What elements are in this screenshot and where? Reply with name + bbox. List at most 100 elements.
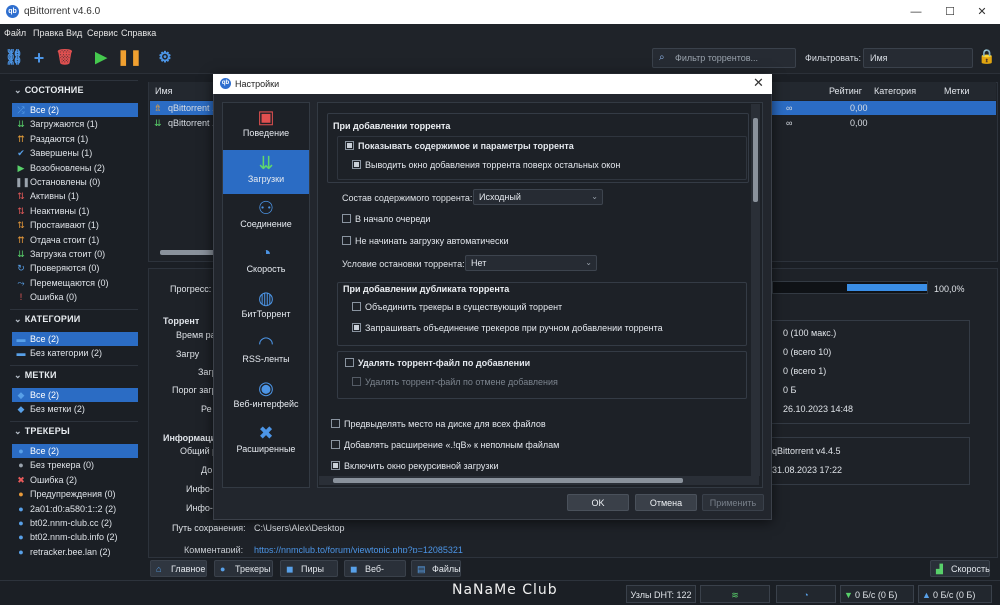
category-downloads[interactable]: ⇊Загрузки <box>223 150 309 194</box>
layout-select[interactable]: Исходный⌄ <box>473 189 603 205</box>
on-top-checkbox[interactable]: Выводить окно добавления торрента поверх… <box>352 159 620 171</box>
sidebar-item-trackers[interactable]: ●bt02.nnm-club.cc (2) <box>12 516 138 530</box>
detail-value: 0 (всего 1) <box>783 366 826 376</box>
sidebar-item-categories[interactable]: ▬Без категории (2) <box>12 346 138 360</box>
alt-speed-icon[interactable]: ◔ <box>776 585 836 603</box>
dialog-close-icon[interactable]: ✕ <box>753 75 764 91</box>
pause-icon[interactable]: ❚❚ <box>117 48 137 68</box>
vscroll-thumb[interactable] <box>753 118 758 202</box>
save-path-label: Путь сохранения: <box>172 523 246 533</box>
sidebar-item-trackers[interactable]: ●Предупреждения (0) <box>12 487 138 501</box>
cancel-button[interactable]: Отмена <box>635 494 697 511</box>
sidebar-item-status[interactable]: ⤳Перемещаются (0) <box>12 276 138 290</box>
connection-status-icon[interactable]: ≋ <box>700 585 770 603</box>
sidebar-item-status[interactable]: !Ошибка (0) <box>12 290 138 304</box>
delete-torrent-checkbox[interactable]: Удалять торрент-файл по добавлении <box>345 357 530 369</box>
preallocate-checkbox[interactable]: Предвыделять место на диске для всех фай… <box>331 418 546 430</box>
col-header-category[interactable]: Категория <box>868 82 938 100</box>
sidebar-item-status[interactable]: ⇊Загрузка стоит (0) <box>12 247 138 261</box>
speed-button[interactable]: ▟Скорость <box>930 560 990 577</box>
sidebar-item-status[interactable]: ✔Завершены (1) <box>12 146 138 160</box>
sidebar-item-status[interactable]: ⇈Отдача стоит (1) <box>12 233 138 247</box>
download-icon: ⇊ <box>15 117 27 131</box>
category-connection[interactable]: ⚇Соединение <box>223 195 309 239</box>
sidebar-item-tags[interactable]: ◆Все (2) <box>12 388 138 402</box>
link-icon[interactable]: ⛓ <box>4 48 24 68</box>
sidebar-item-status[interactable]: ⇅Простаивают (1) <box>12 218 138 232</box>
tab-peers[interactable]: ◼Пиры <box>280 560 338 577</box>
sidebar-section-trackers[interactable]: ⌄ ТРЕКЕРЫ <box>14 426 70 437</box>
col-header-name[interactable]: Имя <box>149 82 214 100</box>
sidebar-item-status[interactable]: ▶Возобновлены (2) <box>12 161 138 175</box>
show-content-checkbox[interactable]: Показывать содержимое и параметры торрен… <box>345 140 574 152</box>
category-speed[interactable]: ◔Скорость <box>223 240 309 284</box>
delete-on-cancel-checkbox[interactable]: Удалять торрент-файл по отмене добавлени… <box>352 376 558 388</box>
sidebar-item-trackers[interactable]: ✖Ошибка (2) <box>12 473 138 487</box>
stop-condition-select[interactable]: Нет⌄ <box>465 255 597 271</box>
torrent-section-title: Торрент <box>163 316 199 326</box>
recursive-checkbox[interactable]: Включить окно рекурсивной загрузки <box>331 460 498 472</box>
resume-icon[interactable]: ▶ <box>91 48 111 68</box>
sidebar-item-status[interactable]: ⇊Загружаются (1) <box>12 117 138 131</box>
category-rss[interactable]: ◠RSS-ленты <box>223 330 309 374</box>
tab-general[interactable]: ⌂Главное <box>150 560 207 577</box>
tracker-icon: ● <box>15 444 27 458</box>
tab-files[interactable]: ▤Файлы <box>411 560 461 577</box>
menu-help[interactable]: Справка <box>121 28 156 38</box>
to-top-queue-checkbox[interactable]: В начало очереди <box>342 213 430 225</box>
sidebar-item-status[interactable]: ⇅Неактивны (1) <box>12 204 138 218</box>
minimize-icon[interactable]: — <box>904 4 928 20</box>
sidebar-item-trackers[interactable]: ●retracker.bee.lan (2) <box>12 545 138 559</box>
remove-icon[interactable]: 🗑 <box>55 48 75 68</box>
tab-webseeds[interactable]: ◼Веб-сиды <box>344 560 406 577</box>
table-hscrollbar[interactable] <box>160 250 220 255</box>
tab-trackers[interactable]: ●Трекеры <box>214 560 273 577</box>
sidebar-section-categories[interactable]: ⌄ КАТЕГОРИИ <box>14 314 80 325</box>
category-bittorrent[interactable]: ◍БитТоррент <box>223 285 309 329</box>
sidebar-item-trackers[interactable]: ●Без трекера (0) <box>12 458 138 472</box>
menu-file[interactable]: Файл <box>4 28 26 38</box>
menu-tools[interactable]: Сервис <box>87 28 118 38</box>
merge-trackers-checkbox[interactable]: Объединить трекеры в существующий торрен… <box>352 301 562 313</box>
col-header-rating[interactable]: Рейтинг <box>772 82 870 100</box>
maximize-icon[interactable]: ☐ <box>938 4 962 20</box>
no-autostart-checkbox[interactable]: Не начинать загрузку автоматически <box>342 235 509 247</box>
sidebar-item-categories[interactable]: ▬Все (2) <box>12 332 138 346</box>
filter-by-select[interactable]: Имя <box>863 48 973 68</box>
sidebar-item-status[interactable]: ↻Проверяются (0) <box>12 261 138 275</box>
append-ext-checkbox[interactable]: Добавлять расширение «.!qB» к неполным ф… <box>331 439 559 451</box>
sidebar-item-trackers[interactable]: ●2a01:d0:a580:1::2 (2) <box>12 502 138 516</box>
ask-merge-checkbox[interactable]: Запрашивать объединение трекеров при руч… <box>352 322 663 334</box>
sidebar-item-status[interactable]: ⇈Раздаются (1) <box>12 132 138 146</box>
hscroll-thumb[interactable] <box>333 478 683 483</box>
apply-button[interactable]: Применить <box>702 494 764 511</box>
comment-link[interactable]: https://nnmclub.to/forum/viewtopic.php?p… <box>254 545 463 553</box>
sidebar-section-status[interactable]: ⌄ СОСТОЯНИЕ <box>14 85 84 96</box>
sidebar-section-tags[interactable]: ⌄ МЕТКИ <box>14 370 57 381</box>
sidebar-item-status[interactable]: ⤮Все (2) <box>12 103 138 117</box>
webui-icon: ◉ <box>254 377 278 399</box>
category-webui[interactable]: ◉Веб-интерфейс <box>223 375 309 419</box>
category-behavior[interactable]: ▣Поведение <box>223 104 309 148</box>
menu-view[interactable]: Вид <box>66 28 82 38</box>
category-advanced[interactable]: ✖Расширенные <box>223 420 309 464</box>
ok-button[interactable]: OK <box>567 494 629 511</box>
close-icon[interactable]: ✕ <box>970 4 994 20</box>
app-logo-icon: qb <box>220 78 231 89</box>
settings-vscrollbar[interactable] <box>751 104 760 476</box>
sidebar-item-status[interactable]: ⇅Активны (1) <box>12 189 138 203</box>
torrent-filter-input[interactable]: ⌕ Фильтр торрентов... <box>652 48 796 68</box>
menu-edit[interactable]: Правка <box>33 28 63 38</box>
sidebar-item-trackers[interactable]: ●bt02.nnm-club.info (2) <box>12 530 138 544</box>
sidebar-item-label: Все (2) <box>30 105 59 115</box>
lock-icon[interactable]: 🔒 <box>978 48 994 68</box>
settings-hscrollbar[interactable] <box>319 476 759 485</box>
sidebar-item-tags[interactable]: ◆Без метки (2) <box>12 402 138 416</box>
stalled-icon: ⇅ <box>15 218 27 232</box>
sidebar-item-status[interactable]: ❚❚Остановлены (0) <box>12 175 138 189</box>
add-icon[interactable]: + <box>29 48 49 68</box>
settings-icon[interactable]: ⚙ <box>155 48 175 68</box>
col-header-tags[interactable]: Метки <box>938 82 996 100</box>
checking-icon: ↻ <box>15 261 27 275</box>
sidebar-item-trackers[interactable]: ●Все (2) <box>12 444 138 458</box>
